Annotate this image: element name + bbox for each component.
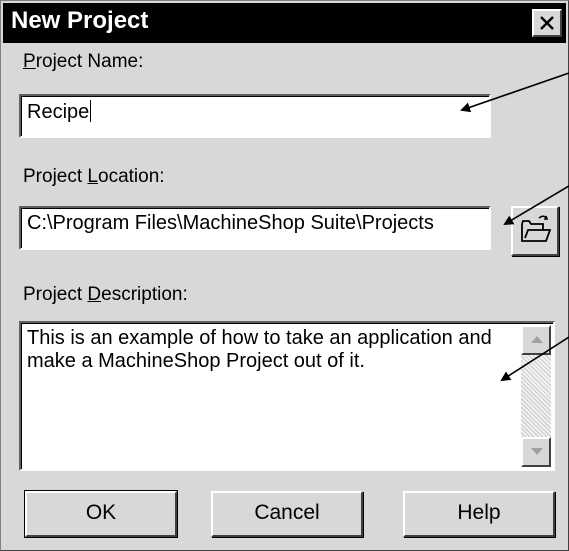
title-bar[interactable]: New Project — [3, 3, 566, 43]
scroll-up-button[interactable] — [521, 325, 551, 355]
description-scrollbar[interactable] — [521, 325, 551, 467]
project-description-label: Project Description: — [23, 284, 188, 306]
scroll-down-arrow-icon — [531, 448, 543, 455]
project-description-label-pre: Project — [23, 284, 88, 305]
project-name-input[interactable]: Recipe — [19, 94, 491, 138]
project-name-label-text: roject Name: — [35, 51, 144, 72]
project-location-mnemonic: L — [87, 166, 98, 187]
project-name-mnemonic: P — [23, 51, 36, 72]
project-name-value: Recipe — [27, 101, 90, 123]
project-description-value: This is an example of how to take an app… — [27, 327, 492, 372]
ok-button[interactable]: OK — [24, 490, 178, 538]
project-name-label: Project Name: — [23, 51, 143, 73]
text-caret — [90, 100, 92, 122]
dialog-title: New Project — [11, 7, 149, 34]
project-location-label: Project Location: — [23, 166, 165, 188]
close-button[interactable] — [532, 9, 562, 37]
open-folder-icon — [521, 215, 552, 242]
cancel-button[interactable]: Cancel — [211, 491, 363, 537]
project-location-label-text: ocation: — [98, 166, 165, 187]
project-description-mnemonic: D — [87, 284, 102, 305]
help-button[interactable]: Help — [403, 491, 555, 537]
scroll-up-arrow-icon — [531, 336, 543, 343]
new-project-dialog: New Project Project Name: Recipe Project… — [0, 0, 569, 551]
browse-folder-button[interactable] — [511, 206, 559, 256]
close-icon — [540, 16, 554, 30]
project-description-textarea[interactable]: This is an example of how to take an app… — [19, 321, 555, 471]
project-location-input[interactable]: C:\Program Files\MachineShop Suite\Proje… — [19, 206, 491, 250]
project-location-value: C:\Program Files\MachineShop Suite\Proje… — [27, 212, 434, 234]
project-location-label-pre: Project — [23, 166, 88, 187]
project-description-label-text: escription: — [101, 284, 188, 305]
scroll-down-button[interactable] — [521, 437, 551, 467]
